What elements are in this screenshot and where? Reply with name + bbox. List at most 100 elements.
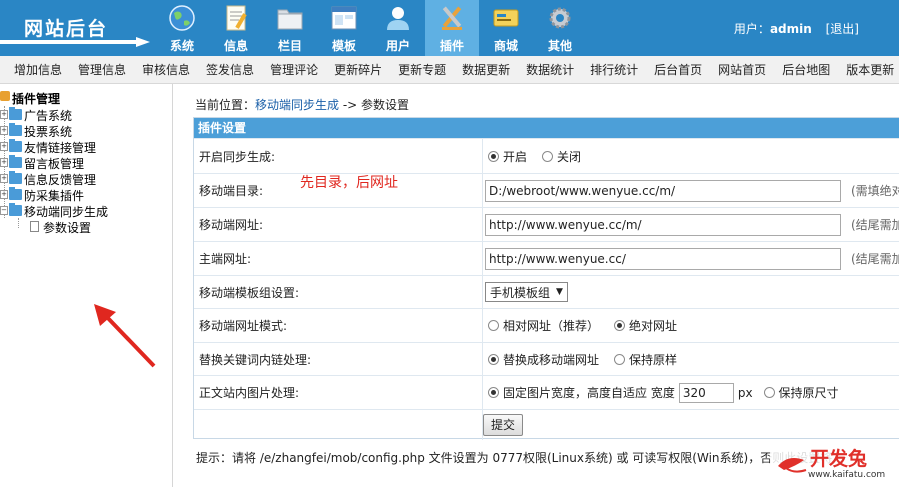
submit-button[interactable]: 提交 <box>483 414 523 436</box>
row-value: (结尾需加 <box>482 208 899 241</box>
radio-label: 固定图片宽度，高度自适应 宽度 <box>503 386 675 400</box>
field-hint: (结尾需加 <box>851 218 899 232</box>
submenu-item[interactable]: 增加信息 <box>14 61 62 78</box>
user-prefix: 用户： <box>733 22 770 36</box>
row-label: 替换关键词内链处理: <box>199 352 312 367</box>
tree-node-anticollect[interactable]: + 防采集插件 <box>0 187 84 203</box>
collapse-icon[interactable]: − <box>0 206 8 215</box>
user-info: 用户：admin [退出] <box>734 20 859 37</box>
keyword-keep-radio[interactable]: 保持原样 <box>609 351 677 368</box>
watermark-url: www.kaifatu.com <box>808 470 886 480</box>
radio-icon[interactable] <box>542 150 554 162</box>
expand-icon[interactable]: + <box>0 110 8 119</box>
breadcrumb-link[interactable]: 移动端同步生成 <box>255 98 339 112</box>
logout-link[interactable]: [退出] <box>826 22 859 36</box>
main-nav: 系统 信息 栏目 模板 用户 插件 商城 其他 <box>155 0 587 56</box>
nav-column[interactable]: 栏目 <box>263 0 317 56</box>
page-icon <box>30 221 39 232</box>
card-icon <box>493 9 519 27</box>
panel-title: 插件设置 <box>194 118 899 138</box>
expand-icon[interactable]: + <box>0 190 8 199</box>
radio-label: 关闭 <box>557 149 582 164</box>
tree-root[interactable]: 插件管理 <box>0 90 60 107</box>
field-hint: (需填绝对 <box>851 184 899 198</box>
submenu-item[interactable]: 网站首页 <box>718 61 766 78</box>
folder-icon <box>9 187 22 200</box>
nav-plugin[interactable]: 插件 <box>425 0 479 56</box>
nav-template[interactable]: 模板 <box>317 0 371 56</box>
row-value: 提交 <box>482 410 523 440</box>
image-original-radio[interactable]: 保持原尺寸 <box>759 384 839 401</box>
nav-label: 插件 <box>439 39 464 53</box>
radio-label: 保持原尺寸 <box>778 386 839 400</box>
field-hint: (结尾需加 <box>851 252 899 266</box>
nav-system[interactable]: 系统 <box>155 0 209 56</box>
absolute-url-radio[interactable]: 绝对网址 <box>609 317 677 334</box>
expand-icon[interactable]: + <box>0 158 8 167</box>
radio-checked-icon[interactable] <box>614 320 626 331</box>
expand-icon[interactable]: + <box>0 174 8 183</box>
nav-mall[interactable]: 商城 <box>479 0 533 56</box>
folder-icon <box>9 171 22 184</box>
radio-icon[interactable] <box>488 320 499 331</box>
submenu-item[interactable]: 数据统计 <box>526 61 574 78</box>
tree-node-label: 移动端同步生成 <box>24 205 109 219</box>
nav-user[interactable]: 用户 <box>371 0 425 56</box>
breadcrumb-prefix: 当前位置： <box>195 98 256 112</box>
sync-off-radio[interactable]: 关闭 <box>537 148 581 165</box>
image-width-input[interactable] <box>678 382 734 403</box>
radio-icon[interactable] <box>614 353 626 365</box>
row-image: 正文站内图片处理: 固定图片宽度，高度自适应 宽度 px 保持原尺寸 <box>194 375 899 409</box>
row-value: 开启 关闭 <box>482 139 591 173</box>
row-value: 替换成移动端网址 保持原样 <box>482 343 687 375</box>
top-header: 网站后台 系统 信息 栏目 模板 用户 插件 商城 其他 用户：admin [退… <box>0 0 899 56</box>
template-select[interactable]: 手机模板组 ▼ <box>485 282 568 302</box>
tree-node-ads[interactable]: + 广告系统 <box>0 107 72 123</box>
width-unit: px <box>737 385 753 400</box>
submenu-item[interactable]: 排行统计 <box>590 61 638 78</box>
nav-other[interactable]: 其他 <box>533 0 587 56</box>
red-annotation-text: 先目录，后网址 <box>300 175 398 191</box>
radio-icon[interactable] <box>763 387 775 398</box>
submenu-item[interactable]: 数据更新 <box>462 61 510 78</box>
main-url-input[interactable] <box>485 247 841 270</box>
tree-node-vote[interactable]: + 投票系统 <box>0 123 72 139</box>
tree-leaf-params[interactable]: 参数设置 <box>30 219 91 235</box>
submenu-item[interactable]: 更新碎片 <box>334 61 382 78</box>
nav-info[interactable]: 信息 <box>209 0 263 56</box>
radio-checked-icon[interactable] <box>488 353 499 365</box>
tree-node-guestbook[interactable]: + 留言板管理 <box>0 155 84 171</box>
nav-label: 系统 <box>169 39 194 53</box>
sync-on-radio[interactable]: 开启 <box>483 148 527 165</box>
tree-node-label: 防采集插件 <box>24 189 85 203</box>
radio-checked-icon[interactable] <box>488 387 499 398</box>
submenu-item[interactable]: 审核信息 <box>142 61 190 78</box>
tree-node-links[interactable]: + 友情链接管理 <box>0 139 96 155</box>
submenu-item[interactable]: 管理信息 <box>78 61 126 78</box>
submenu-item[interactable]: 签发信息 <box>206 61 254 78</box>
expand-icon[interactable]: + <box>0 142 8 151</box>
tree-node-mobile-sync[interactable]: − 移动端同步生成 <box>0 203 108 219</box>
expand-icon[interactable]: + <box>0 126 8 135</box>
keyword-replace-radio[interactable]: 替换成移动端网址 <box>483 351 599 368</box>
tree-node-feedback[interactable]: + 信息反馈管理 <box>0 171 96 187</box>
row-label: 正文站内图片处理: <box>199 386 300 400</box>
logo-arrow-icon <box>0 37 150 47</box>
plugin-tree: 插件管理 + 广告系统 + 投票系统 + 友情链接管理 + 留言板管理 + 信息… <box>0 84 173 487</box>
row-label: 移动端模板组设置: <box>199 285 300 300</box>
submenu-item[interactable]: 后台地图 <box>782 61 830 78</box>
submenu-item[interactable]: 后台首页 <box>654 61 702 78</box>
relative-url-radio[interactable]: 相对网址（推荐） <box>483 317 599 334</box>
dropdown-arrow-icon: ▼ <box>556 287 563 297</box>
row-keyword: 替换关键词内链处理: 替换成移动端网址 保持原样 <box>194 342 899 375</box>
mobile-url-input[interactable] <box>485 213 841 236</box>
submenu-item[interactable]: 管理评论 <box>270 61 318 78</box>
nav-label: 其他 <box>547 39 572 53</box>
submenu-item[interactable]: 更新专题 <box>398 61 446 78</box>
image-fixed-radio[interactable]: 固定图片宽度，高度自适应 宽度 <box>483 384 675 401</box>
submenu-item[interactable]: 版本更新 <box>846 61 894 78</box>
gear-icon <box>549 7 571 29</box>
radio-checked-icon[interactable] <box>488 150 499 162</box>
mobile-dir-input[interactable] <box>485 179 841 202</box>
row-label: 移动端网址模式: <box>199 319 288 333</box>
